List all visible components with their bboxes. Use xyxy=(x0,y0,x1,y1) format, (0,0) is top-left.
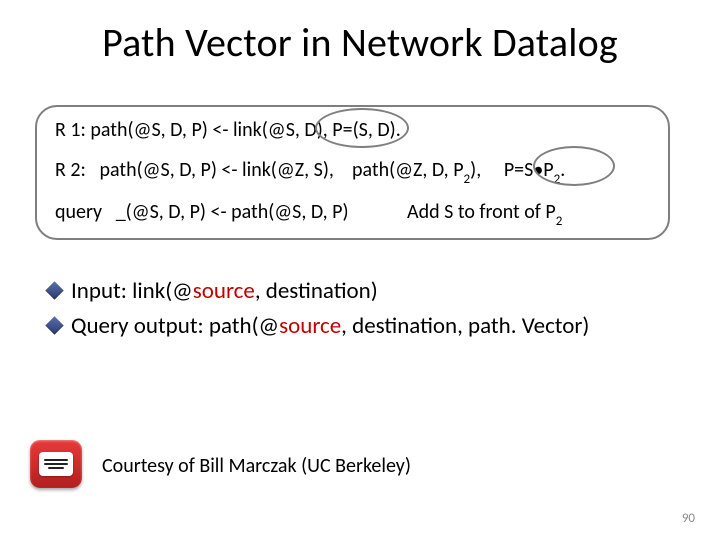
r2-sub-b: 2 xyxy=(464,172,471,187)
slide: Path Vector in Network Datalog R 1: path… xyxy=(0,0,720,540)
r2-label: R 2: xyxy=(55,158,86,182)
diamond-icon xyxy=(45,281,63,299)
diamond-icon xyxy=(45,316,63,334)
keyboard-icon xyxy=(30,440,82,488)
r1-label: R 1: xyxy=(55,118,86,142)
b1-b: , destination) xyxy=(255,277,378,305)
r2-sub-e: 2 xyxy=(554,172,561,187)
r2-tail: . xyxy=(560,158,565,182)
b1-a: Input: link(@ xyxy=(71,277,193,305)
courtesy-text: Courtesy of Bill Marczak (UC Berkeley) xyxy=(102,454,411,478)
slide-title: Path Vector in Network Datalog xyxy=(0,18,720,67)
rule-r1: R 1: path(@S, D, P) <- link(@S, D), P=(S… xyxy=(55,115,401,146)
b1-src: source xyxy=(193,277,255,305)
b2-b: , destination, path. Vector) xyxy=(341,312,589,340)
r2-dot: • xyxy=(533,158,543,182)
r2-body-b: path(@Z, D, P xyxy=(352,158,464,182)
r2-body-c: ), xyxy=(470,158,481,182)
rule-note: Add S to front of P2 xyxy=(407,197,562,230)
note-sub: 2 xyxy=(556,214,563,229)
q-body: _(@S, D, P) <- path(@S, D, P) xyxy=(116,200,349,224)
page-number: 90 xyxy=(682,511,695,526)
r1-body: path(@S, D, P) <- link(@S, D), P=(S, D). xyxy=(90,118,400,142)
bullet-1-text: Input: link(@source, destination) xyxy=(71,276,378,307)
bullet-item-2: Query output: path(@source, destination,… xyxy=(48,311,589,342)
rule-r2: R 2: path(@S, D, P) <- link(@Z, S), path… xyxy=(55,155,565,188)
bullet-list: Input: link(@source, destination) Query … xyxy=(48,276,589,346)
r2-body-e: P xyxy=(543,158,553,182)
q-label: query xyxy=(55,200,102,224)
b2-src: source xyxy=(279,312,341,340)
rule-query: query _(@S, D, P) <- path(@S, D, P) xyxy=(55,197,349,228)
bullet-item-1: Input: link(@source, destination) xyxy=(48,276,589,307)
r2-body-a: path(@S, D, P) <- link(@Z, S), xyxy=(99,158,333,182)
bullet-2-text: Query output: path(@source, destination,… xyxy=(71,311,589,342)
b2-a: Query output: path(@ xyxy=(71,312,279,340)
r2-body-d: P=S xyxy=(504,158,533,182)
note-a: Add S to front of P xyxy=(407,200,556,224)
rules-box: R 1: path(@S, D, P) <- link(@S, D), P=(S… xyxy=(35,105,670,240)
